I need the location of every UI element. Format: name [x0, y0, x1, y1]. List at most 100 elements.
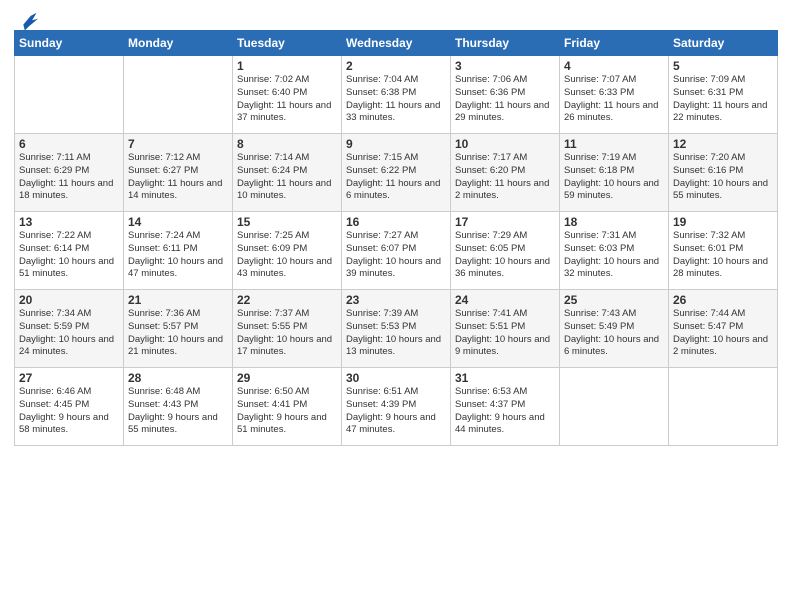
calendar-cell: 9Sunrise: 7:15 AM Sunset: 6:22 PM Daylig… — [342, 134, 451, 212]
day-detail: Sunrise: 7:32 AM Sunset: 6:01 PM Dayligh… — [673, 230, 773, 281]
day-number: 14 — [128, 215, 228, 229]
calendar-cell — [124, 56, 233, 134]
calendar-cell: 21Sunrise: 7:36 AM Sunset: 5:57 PM Dayli… — [124, 290, 233, 368]
calendar-cell: 23Sunrise: 7:39 AM Sunset: 5:53 PM Dayli… — [342, 290, 451, 368]
calendar-cell: 3Sunrise: 7:06 AM Sunset: 6:36 PM Daylig… — [451, 56, 560, 134]
calendar-cell: 28Sunrise: 6:48 AM Sunset: 4:43 PM Dayli… — [124, 368, 233, 446]
day-number: 6 — [19, 137, 119, 151]
calendar-cell: 30Sunrise: 6:51 AM Sunset: 4:39 PM Dayli… — [342, 368, 451, 446]
day-detail: Sunrise: 7:09 AM Sunset: 6:31 PM Dayligh… — [673, 74, 773, 125]
day-number: 29 — [237, 371, 337, 385]
calendar-cell: 18Sunrise: 7:31 AM Sunset: 6:03 PM Dayli… — [560, 212, 669, 290]
calendar-day-header: Sunday — [15, 31, 124, 56]
calendar-week-row: 20Sunrise: 7:34 AM Sunset: 5:59 PM Dayli… — [15, 290, 778, 368]
day-detail: Sunrise: 7:29 AM Sunset: 6:05 PM Dayligh… — [455, 230, 555, 281]
calendar-cell: 29Sunrise: 6:50 AM Sunset: 4:41 PM Dayli… — [233, 368, 342, 446]
day-number: 17 — [455, 215, 555, 229]
day-detail: Sunrise: 7:43 AM Sunset: 5:49 PM Dayligh… — [564, 308, 664, 359]
day-number: 4 — [564, 59, 664, 73]
day-detail: Sunrise: 7:24 AM Sunset: 6:11 PM Dayligh… — [128, 230, 228, 281]
calendar-cell: 14Sunrise: 7:24 AM Sunset: 6:11 PM Dayli… — [124, 212, 233, 290]
day-detail: Sunrise: 7:31 AM Sunset: 6:03 PM Dayligh… — [564, 230, 664, 281]
day-detail: Sunrise: 7:17 AM Sunset: 6:20 PM Dayligh… — [455, 152, 555, 203]
calendar-cell: 20Sunrise: 7:34 AM Sunset: 5:59 PM Dayli… — [15, 290, 124, 368]
day-detail: Sunrise: 7:07 AM Sunset: 6:33 PM Dayligh… — [564, 74, 664, 125]
calendar-cell: 11Sunrise: 7:19 AM Sunset: 6:18 PM Dayli… — [560, 134, 669, 212]
calendar-cell: 1Sunrise: 7:02 AM Sunset: 6:40 PM Daylig… — [233, 56, 342, 134]
day-number: 16 — [346, 215, 446, 229]
day-number: 30 — [346, 371, 446, 385]
day-detail: Sunrise: 7:12 AM Sunset: 6:27 PM Dayligh… — [128, 152, 228, 203]
calendar-day-header: Saturday — [669, 31, 778, 56]
day-detail: Sunrise: 6:48 AM Sunset: 4:43 PM Dayligh… — [128, 386, 228, 437]
calendar-cell: 24Sunrise: 7:41 AM Sunset: 5:51 PM Dayli… — [451, 290, 560, 368]
day-number: 23 — [346, 293, 446, 307]
calendar-cell: 10Sunrise: 7:17 AM Sunset: 6:20 PM Dayli… — [451, 134, 560, 212]
day-number: 20 — [19, 293, 119, 307]
logo-bird-icon — [16, 10, 38, 32]
day-number: 10 — [455, 137, 555, 151]
day-detail: Sunrise: 7:25 AM Sunset: 6:09 PM Dayligh… — [237, 230, 337, 281]
day-detail: Sunrise: 6:53 AM Sunset: 4:37 PM Dayligh… — [455, 386, 555, 437]
calendar-day-header: Tuesday — [233, 31, 342, 56]
day-detail: Sunrise: 7:27 AM Sunset: 6:07 PM Dayligh… — [346, 230, 446, 281]
day-number: 5 — [673, 59, 773, 73]
page-container: SundayMondayTuesdayWednesdayThursdayFrid… — [0, 0, 792, 452]
day-number: 24 — [455, 293, 555, 307]
day-number: 22 — [237, 293, 337, 307]
day-number: 18 — [564, 215, 664, 229]
day-number: 28 — [128, 371, 228, 385]
day-detail: Sunrise: 7:20 AM Sunset: 6:16 PM Dayligh… — [673, 152, 773, 203]
day-detail: Sunrise: 7:06 AM Sunset: 6:36 PM Dayligh… — [455, 74, 555, 125]
day-detail: Sunrise: 7:44 AM Sunset: 5:47 PM Dayligh… — [673, 308, 773, 359]
calendar-cell — [15, 56, 124, 134]
day-number: 7 — [128, 137, 228, 151]
day-detail: Sunrise: 6:50 AM Sunset: 4:41 PM Dayligh… — [237, 386, 337, 437]
calendar-header-row: SundayMondayTuesdayWednesdayThursdayFrid… — [15, 31, 778, 56]
day-number: 26 — [673, 293, 773, 307]
calendar-cell: 22Sunrise: 7:37 AM Sunset: 5:55 PM Dayli… — [233, 290, 342, 368]
calendar-cell: 7Sunrise: 7:12 AM Sunset: 6:27 PM Daylig… — [124, 134, 233, 212]
calendar-day-header: Wednesday — [342, 31, 451, 56]
day-detail: Sunrise: 7:04 AM Sunset: 6:38 PM Dayligh… — [346, 74, 446, 125]
day-number: 25 — [564, 293, 664, 307]
calendar-cell — [560, 368, 669, 446]
calendar-cell: 31Sunrise: 6:53 AM Sunset: 4:37 PM Dayli… — [451, 368, 560, 446]
day-detail: Sunrise: 7:37 AM Sunset: 5:55 PM Dayligh… — [237, 308, 337, 359]
calendar-week-row: 27Sunrise: 6:46 AM Sunset: 4:45 PM Dayli… — [15, 368, 778, 446]
calendar-cell — [669, 368, 778, 446]
calendar-week-row: 13Sunrise: 7:22 AM Sunset: 6:14 PM Dayli… — [15, 212, 778, 290]
calendar-table: SundayMondayTuesdayWednesdayThursdayFrid… — [14, 30, 778, 446]
calendar-cell: 15Sunrise: 7:25 AM Sunset: 6:09 PM Dayli… — [233, 212, 342, 290]
day-number: 2 — [346, 59, 446, 73]
day-detail: Sunrise: 7:34 AM Sunset: 5:59 PM Dayligh… — [19, 308, 119, 359]
calendar-cell: 2Sunrise: 7:04 AM Sunset: 6:38 PM Daylig… — [342, 56, 451, 134]
header — [14, 10, 778, 26]
calendar-week-row: 6Sunrise: 7:11 AM Sunset: 6:29 PM Daylig… — [15, 134, 778, 212]
day-detail: Sunrise: 7:39 AM Sunset: 5:53 PM Dayligh… — [346, 308, 446, 359]
calendar-week-row: 1Sunrise: 7:02 AM Sunset: 6:40 PM Daylig… — [15, 56, 778, 134]
day-detail: Sunrise: 7:14 AM Sunset: 6:24 PM Dayligh… — [237, 152, 337, 203]
day-number: 15 — [237, 215, 337, 229]
day-detail: Sunrise: 7:22 AM Sunset: 6:14 PM Dayligh… — [19, 230, 119, 281]
day-detail: Sunrise: 7:11 AM Sunset: 6:29 PM Dayligh… — [19, 152, 119, 203]
day-detail: Sunrise: 7:15 AM Sunset: 6:22 PM Dayligh… — [346, 152, 446, 203]
day-number: 27 — [19, 371, 119, 385]
calendar-day-header: Thursday — [451, 31, 560, 56]
day-number: 12 — [673, 137, 773, 151]
day-number: 19 — [673, 215, 773, 229]
day-detail: Sunrise: 6:51 AM Sunset: 4:39 PM Dayligh… — [346, 386, 446, 437]
calendar-cell: 4Sunrise: 7:07 AM Sunset: 6:33 PM Daylig… — [560, 56, 669, 134]
calendar-cell: 16Sunrise: 7:27 AM Sunset: 6:07 PM Dayli… — [342, 212, 451, 290]
day-detail: Sunrise: 6:46 AM Sunset: 4:45 PM Dayligh… — [19, 386, 119, 437]
calendar-cell: 5Sunrise: 7:09 AM Sunset: 6:31 PM Daylig… — [669, 56, 778, 134]
calendar-cell: 13Sunrise: 7:22 AM Sunset: 6:14 PM Dayli… — [15, 212, 124, 290]
calendar-cell: 27Sunrise: 6:46 AM Sunset: 4:45 PM Dayli… — [15, 368, 124, 446]
day-number: 1 — [237, 59, 337, 73]
calendar-cell: 8Sunrise: 7:14 AM Sunset: 6:24 PM Daylig… — [233, 134, 342, 212]
calendar-cell: 6Sunrise: 7:11 AM Sunset: 6:29 PM Daylig… — [15, 134, 124, 212]
day-detail: Sunrise: 7:36 AM Sunset: 5:57 PM Dayligh… — [128, 308, 228, 359]
day-number: 31 — [455, 371, 555, 385]
day-detail: Sunrise: 7:02 AM Sunset: 6:40 PM Dayligh… — [237, 74, 337, 125]
calendar-cell: 12Sunrise: 7:20 AM Sunset: 6:16 PM Dayli… — [669, 134, 778, 212]
